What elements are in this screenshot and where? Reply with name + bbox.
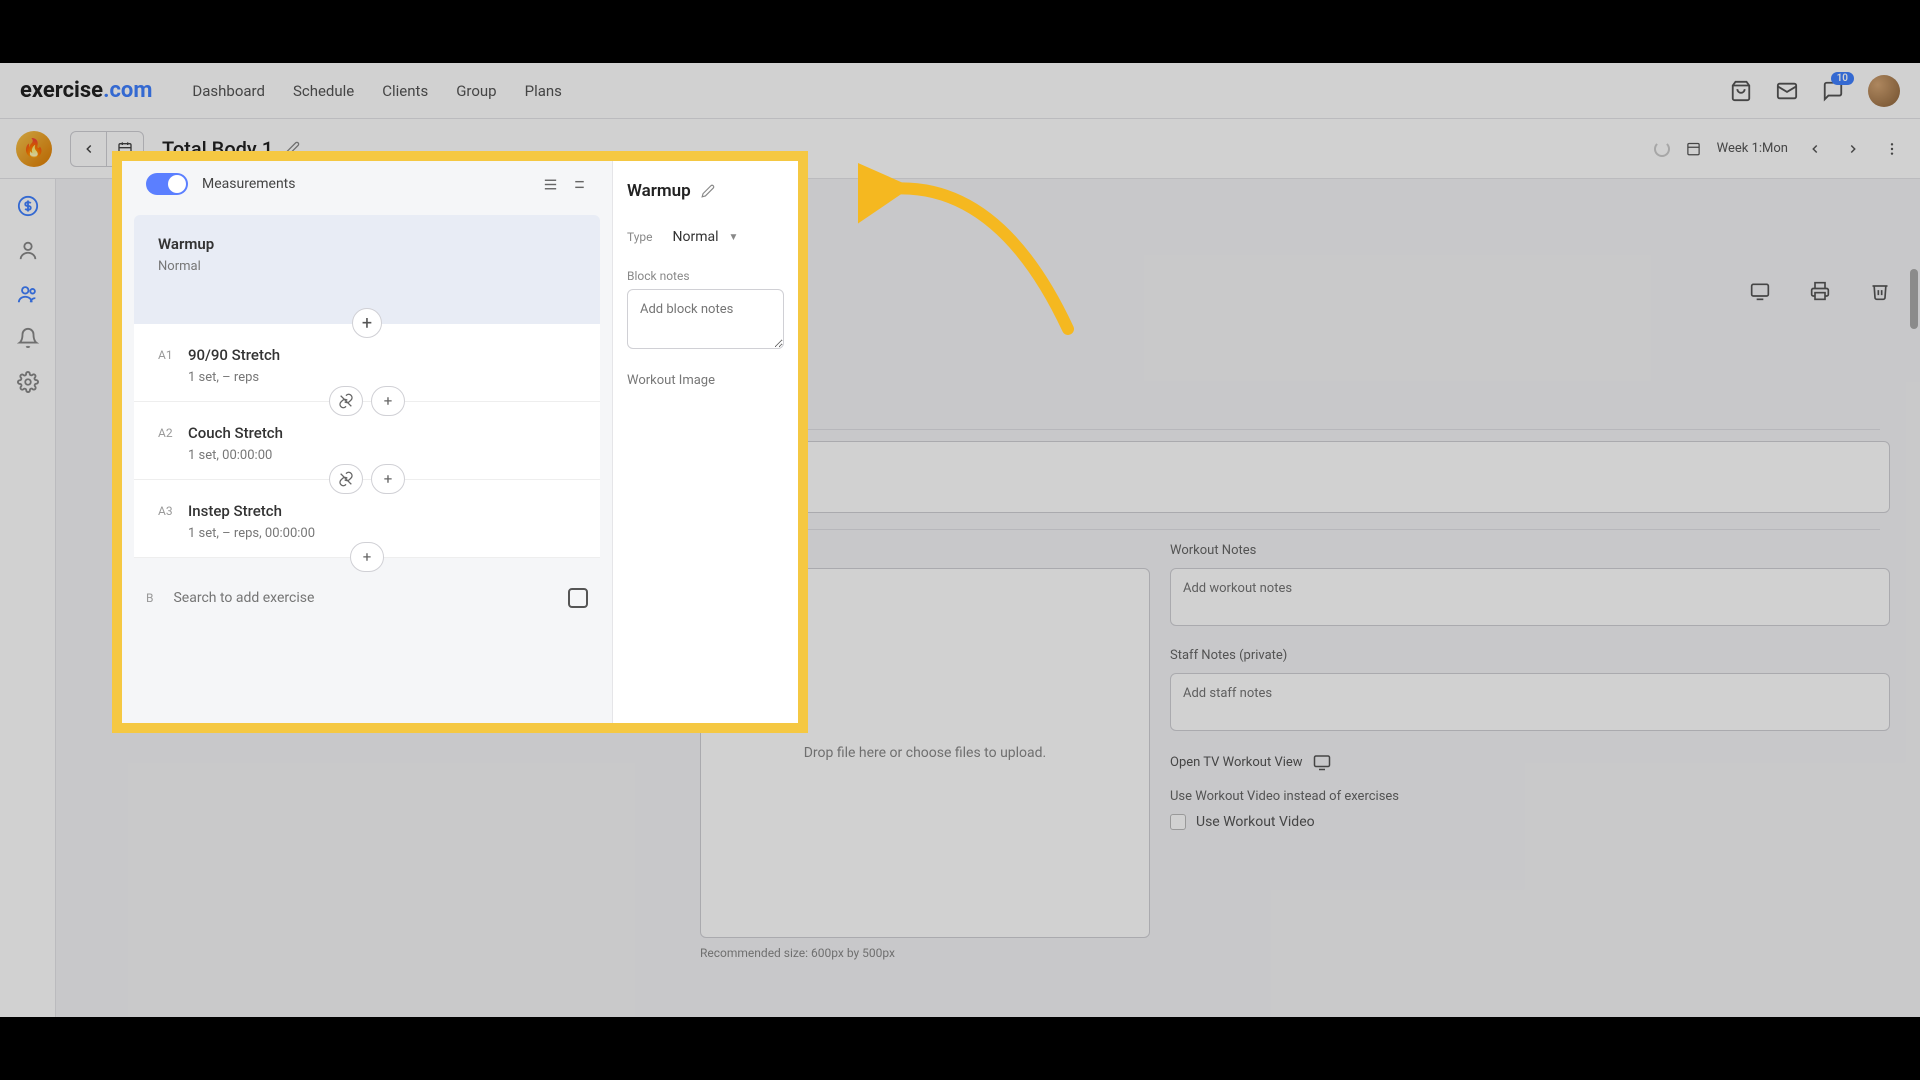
exercise-detail: 1 set, 00:00:00 — [188, 448, 576, 463]
notification-badge: 10 — [1831, 72, 1854, 85]
logo-suffix: .com — [103, 78, 152, 103]
exercise-name: 90/90 Stretch — [188, 346, 576, 364]
week-prev-button[interactable] — [1804, 138, 1826, 160]
tv-icon[interactable] — [1750, 281, 1770, 301]
nav-icons: 10 — [1730, 75, 1900, 107]
shopping-bag-icon[interactable] — [1730, 80, 1752, 102]
trash-icon[interactable] — [1870, 281, 1890, 301]
block-notes-label: Block notes — [627, 269, 784, 283]
week-next-button[interactable] — [1842, 138, 1864, 160]
exercise-tag: A1 — [158, 348, 173, 362]
user-icon[interactable] — [17, 239, 39, 261]
nav-links: Dashboard Schedule Clients Group Plans — [192, 82, 562, 100]
block-title: Warmup — [158, 235, 576, 253]
use-video-label: Use Workout Video — [1196, 814, 1315, 830]
dollar-icon[interactable] — [17, 195, 39, 217]
add-button[interactable]: + — [371, 464, 405, 494]
workout-image-label: Workout Image — [627, 373, 784, 388]
prev-arrow-button[interactable] — [71, 132, 107, 166]
brand-emblem[interactable]: 🔥 — [16, 131, 52, 167]
gear-icon[interactable] — [17, 371, 39, 393]
chat-icon[interactable]: 10 — [1822, 80, 1844, 102]
highlight-panel: Measurements Warmup Normal + A1 90/90 St… — [112, 151, 808, 733]
compact-view-icon[interactable] — [571, 176, 588, 193]
block-toolbar — [1750, 281, 1890, 301]
exercise-detail: 1 set, – reps — [188, 370, 576, 385]
user-avatar[interactable] — [1868, 75, 1900, 107]
search-tag: B — [146, 591, 153, 605]
exercise-detail: 1 set, – reps, 00:00:00 — [188, 526, 576, 541]
workout-notes-input[interactable] — [1170, 568, 1890, 626]
tv-view-icon[interactable] — [1313, 753, 1331, 771]
exercise-tag: A2 — [158, 426, 173, 440]
measurements-toggle[interactable] — [146, 173, 188, 195]
exercise-name: Instep Stretch — [188, 502, 576, 520]
nav-clients[interactable]: Clients — [382, 82, 428, 100]
nav-dashboard[interactable]: Dashboard — [192, 82, 265, 100]
mail-icon[interactable] — [1776, 80, 1798, 102]
type-select[interactable]: Normal ▼ — [673, 229, 739, 245]
nav-plans[interactable]: Plans — [525, 82, 562, 100]
staff-notes-input[interactable] — [1170, 673, 1890, 731]
add-button[interactable]: + — [350, 542, 384, 572]
exercise-tag: A3 — [158, 504, 173, 518]
video-heading: Use Workout Video instead of exercises — [1170, 789, 1890, 804]
chevron-down-icon: ▼ — [729, 232, 739, 243]
add-exercise-button[interactable]: + — [352, 308, 382, 338]
measurements-label: Measurements — [202, 176, 295, 192]
nav-group[interactable]: Group — [456, 82, 496, 100]
panel-title: Warmup — [627, 181, 691, 201]
list-view-icon[interactable] — [542, 176, 559, 193]
week-label: Week 1:Mon — [1717, 141, 1788, 156]
description-textarea[interactable] — [700, 441, 1890, 513]
tv-view-label: Open TV Workout View — [1170, 755, 1303, 770]
unlink-button[interactable] — [329, 386, 363, 416]
staff-notes-label: Staff Notes (private) — [1170, 648, 1890, 663]
bell-icon[interactable] — [17, 327, 39, 349]
type-label: Type — [627, 230, 653, 244]
left-rail — [0, 179, 56, 1017]
search-toggle-button[interactable] — [568, 588, 588, 608]
top-nav: exercise.com Dashboard Schedule Clients … — [0, 63, 1920, 119]
logo-text: exercise — [20, 78, 103, 103]
group-icon[interactable] — [17, 283, 39, 305]
recommended-size-text: Recommended size: 600px by 500px — [700, 946, 1150, 960]
warmup-block[interactable]: Warmup Normal + — [134, 215, 600, 324]
calendar-small-icon[interactable] — [1686, 141, 1701, 156]
scrollbar[interactable] — [1910, 269, 1918, 329]
more-menu-button[interactable] — [1880, 137, 1904, 161]
add-button[interactable]: + — [371, 386, 405, 416]
type-value: Normal — [673, 229, 719, 245]
loading-spinner-icon — [1654, 141, 1670, 157]
nav-schedule[interactable]: Schedule — [293, 82, 354, 100]
unlink-button[interactable] — [329, 464, 363, 494]
search-exercise-input[interactable] — [173, 590, 548, 606]
edit-panel-icon[interactable] — [701, 184, 715, 198]
use-video-checkbox[interactable] — [1170, 814, 1186, 830]
workout-notes-label: Workout Notes — [1170, 543, 1890, 558]
block-notes-input[interactable] — [627, 289, 784, 349]
print-icon[interactable] — [1810, 281, 1830, 301]
exercise-name: Couch Stretch — [188, 424, 576, 442]
logo: exercise.com — [20, 78, 152, 103]
block-subtitle: Normal — [158, 259, 576, 274]
